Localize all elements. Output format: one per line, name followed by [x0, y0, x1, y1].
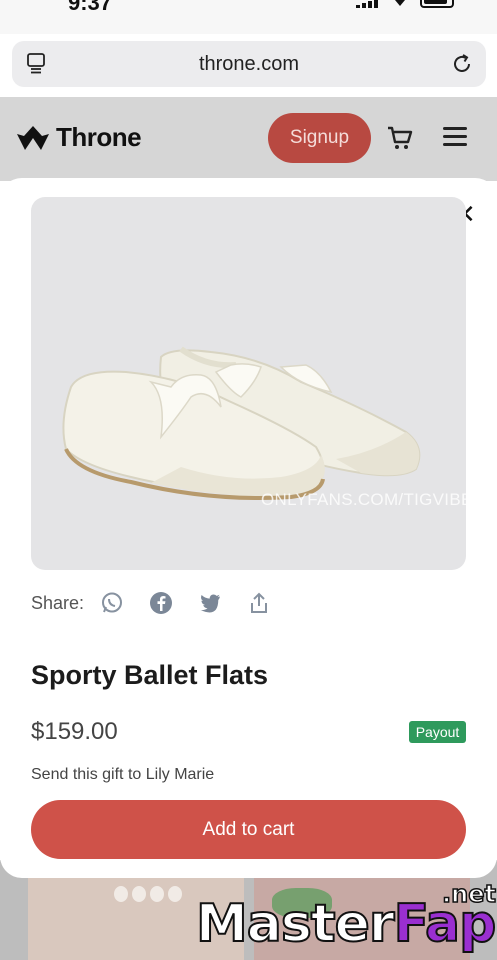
- signal-icon: [356, 0, 378, 8]
- product-modal: ✕ ONLYFANS.COM/TIGVIBES Share:: [0, 178, 497, 878]
- logo[interactable]: Throne: [16, 122, 142, 153]
- crown-logo-icon: [17, 125, 49, 150]
- watermark-left: Master: [195, 893, 396, 955]
- watermark-suffix: .net: [441, 879, 496, 909]
- wifi-icon: [395, 0, 405, 6]
- product-price: $159.00: [31, 718, 118, 745]
- sneaker-illustration: [62, 346, 421, 500]
- whatsapp-icon[interactable]: [100, 591, 124, 615]
- share-upload-icon[interactable]: [247, 591, 271, 615]
- gift-recipient-text: Send this gift to Lily Marie: [31, 766, 215, 783]
- twitter-icon[interactable]: [198, 591, 222, 615]
- cart-icon[interactable]: [386, 125, 414, 151]
- status-bar: 9:37: [0, 0, 497, 34]
- reload-icon[interactable]: [450, 52, 474, 76]
- share-label: Share:: [31, 592, 85, 613]
- site-header: Throne Signup: [0, 97, 497, 181]
- hamburger-menu-icon[interactable]: [443, 127, 467, 147]
- address-bar[interactable]: throne.com: [12, 41, 486, 87]
- signup-button[interactable]: Signup: [268, 113, 371, 163]
- image-watermark: ONLYFANS.COM/TIGVIBES: [261, 490, 466, 509]
- brand-name: Throne: [56, 122, 142, 152]
- facebook-icon[interactable]: [149, 591, 173, 615]
- add-to-cart-button[interactable]: Add to cart: [31, 800, 466, 859]
- product-title: Sporty Ballet Flats: [31, 660, 269, 690]
- payout-badge: Payout: [409, 721, 466, 743]
- battery-icon: [420, 0, 454, 8]
- share-row: Share:: [31, 591, 296, 615]
- status-time: 9:37: [68, 0, 113, 15]
- url-text[interactable]: throne.com: [12, 53, 486, 76]
- product-image: ONLYFANS.COM/TIGVIBES: [31, 197, 466, 570]
